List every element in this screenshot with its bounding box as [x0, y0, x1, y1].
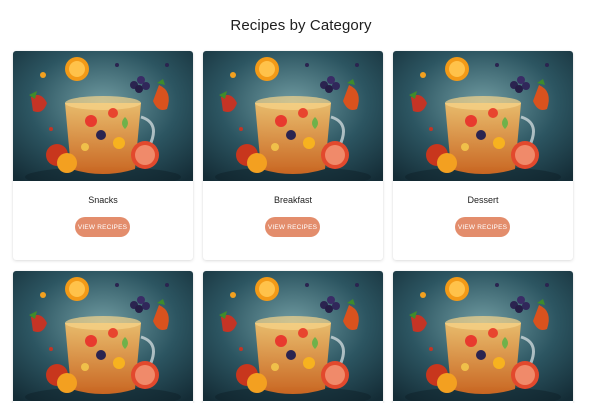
fruit-splash-image — [393, 51, 573, 181]
category-card[interactable] — [393, 271, 573, 403]
category-card[interactable] — [203, 271, 383, 403]
card-title: Dessert — [467, 195, 499, 205]
fruit-splash-image — [393, 271, 573, 401]
category-card-dessert[interactable]: Dessert VIEW RECIPES — [393, 51, 573, 260]
category-card-breakfast[interactable]: Breakfast VIEW RECIPES — [203, 51, 383, 260]
card-title: Snacks — [88, 195, 118, 205]
fruit-splash-image — [13, 51, 193, 181]
category-card[interactable] — [13, 271, 193, 403]
view-recipes-button[interactable]: VIEW RECIPES — [265, 217, 320, 237]
fruit-splash-image — [203, 51, 383, 181]
category-grid: Snacks VIEW RECIPES Breakfast VIEW RECIP… — [13, 51, 589, 403]
category-card-snacks[interactable]: Snacks VIEW RECIPES — [13, 51, 193, 260]
view-recipes-button[interactable]: VIEW RECIPES — [455, 217, 510, 237]
fruit-splash-image — [13, 271, 193, 401]
fruit-splash-image — [203, 271, 383, 401]
page-title: Recipes by Category — [230, 17, 372, 34]
view-recipes-button[interactable]: VIEW RECIPES — [75, 217, 130, 237]
card-title: Breakfast — [273, 195, 313, 205]
recipes-page: Recipes by Category Snacks VIEW RECIPES … — [0, 0, 602, 403]
